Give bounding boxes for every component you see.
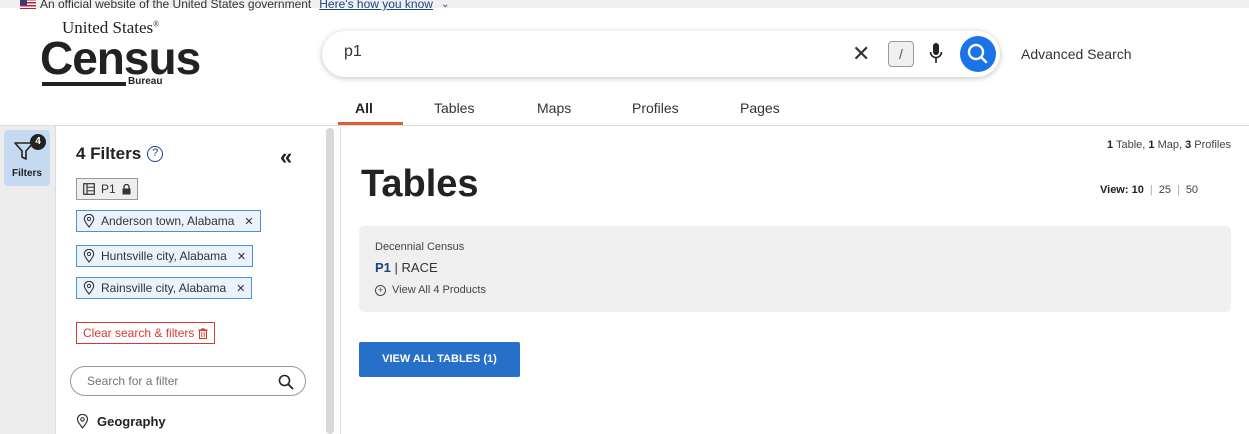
tab-maps[interactable]: Maps [537, 100, 571, 116]
us-flag-icon [20, 0, 36, 9]
filters-label: Filters [11, 168, 42, 179]
filter-count-badge: 4 [30, 134, 46, 150]
tab-all[interactable]: All [355, 100, 373, 116]
tab-profiles[interactable]: Profiles [632, 100, 679, 116]
trash-icon [198, 327, 208, 339]
filters-toggle-button[interactable]: 4 Filters [4, 130, 50, 186]
collapse-panel-icon[interactable]: « [280, 144, 292, 170]
geo-filter-chip[interactable]: Huntsville city, Alabama ✕ [76, 245, 254, 267]
microphone-icon[interactable] [928, 40, 944, 68]
card-title[interactable]: P1 | RACE [375, 260, 438, 275]
view-label: View: 10 [1100, 184, 1144, 196]
results-heading: Tables [361, 163, 479, 205]
logo-bureau-text: Bureau [128, 76, 163, 87]
table-filter-chip: P1 [76, 178, 138, 200]
gov-banner: An official website of the United States… [0, 0, 1249, 11]
tab-pages[interactable]: Pages [740, 100, 780, 116]
lock-icon [122, 183, 131, 194]
panel-divider [340, 126, 341, 434]
filter-panel: 4 Filters ? « P1 Anderson town, Alabama … [56, 126, 326, 434]
logo-census-text: Census [40, 32, 201, 84]
search-box: ✕ / [322, 31, 1000, 77]
slash-shortcut-key: / [888, 41, 914, 67]
clear-search-filters-button[interactable]: Clear search & filters [76, 322, 216, 344]
page-size-selector: View: 10 | 25 | 50 [1100, 184, 1199, 196]
view-option-25[interactable]: 25 [1159, 184, 1171, 196]
view-option-50[interactable]: 50 [1186, 184, 1198, 196]
search-button[interactable] [960, 36, 996, 72]
search-icon [967, 43, 988, 64]
location-pin-icon [83, 249, 95, 263]
search-input[interactable] [344, 43, 844, 61]
filter-search-input[interactable] [87, 374, 267, 388]
census-logo[interactable]: United States® Census Bureau [40, 18, 201, 98]
heres-how-you-know-link[interactable]: Here's how you know [319, 0, 433, 11]
location-pin-icon [83, 281, 95, 295]
location-pin-icon [83, 214, 95, 228]
filters-heading: 4 Filters ? [76, 144, 164, 164]
remove-filter-icon[interactable]: ✕ [244, 215, 253, 228]
geo-filter-chip[interactable]: Rainsville city, Alabama ✕ [76, 277, 253, 299]
result-card[interactable]: Decennial Census P1 | RACE + View All 4 … [359, 226, 1231, 312]
chevron-down-icon[interactable]: ⌄ [441, 0, 449, 10]
filter-search-box [70, 366, 306, 396]
view-all-products-link[interactable]: + View All 4 Products [375, 284, 486, 296]
search-icon[interactable] [277, 373, 295, 391]
result-counts: 1 Table, 1 Map, 3 Profiles [1107, 139, 1231, 151]
clear-search-icon[interactable]: ✕ [852, 41, 870, 67]
filter-panel-scrollbar[interactable] [326, 128, 334, 434]
gov-banner-text: An official website of the United States… [40, 0, 312, 11]
remove-filter-icon[interactable]: ✕ [237, 250, 246, 263]
help-icon[interactable]: ? [147, 146, 164, 162]
geography-section-header[interactable]: Geography [76, 414, 166, 429]
view-all-tables-button[interactable]: VIEW ALL TABLES (1) [359, 342, 520, 377]
geo-filter-chip[interactable]: Anderson town, Alabama ✕ [76, 210, 261, 232]
tab-tables[interactable]: Tables [434, 100, 474, 116]
advanced-search-link[interactable]: Advanced Search [1021, 46, 1132, 62]
logo-bar [42, 82, 126, 86]
filter-rail: 4 Filters [0, 126, 56, 434]
location-pin-icon [76, 414, 89, 429]
table-icon [83, 183, 95, 195]
remove-filter-icon[interactable]: ✕ [236, 282, 245, 295]
card-source: Decennial Census [375, 241, 465, 253]
plus-circle-icon: + [375, 284, 386, 296]
